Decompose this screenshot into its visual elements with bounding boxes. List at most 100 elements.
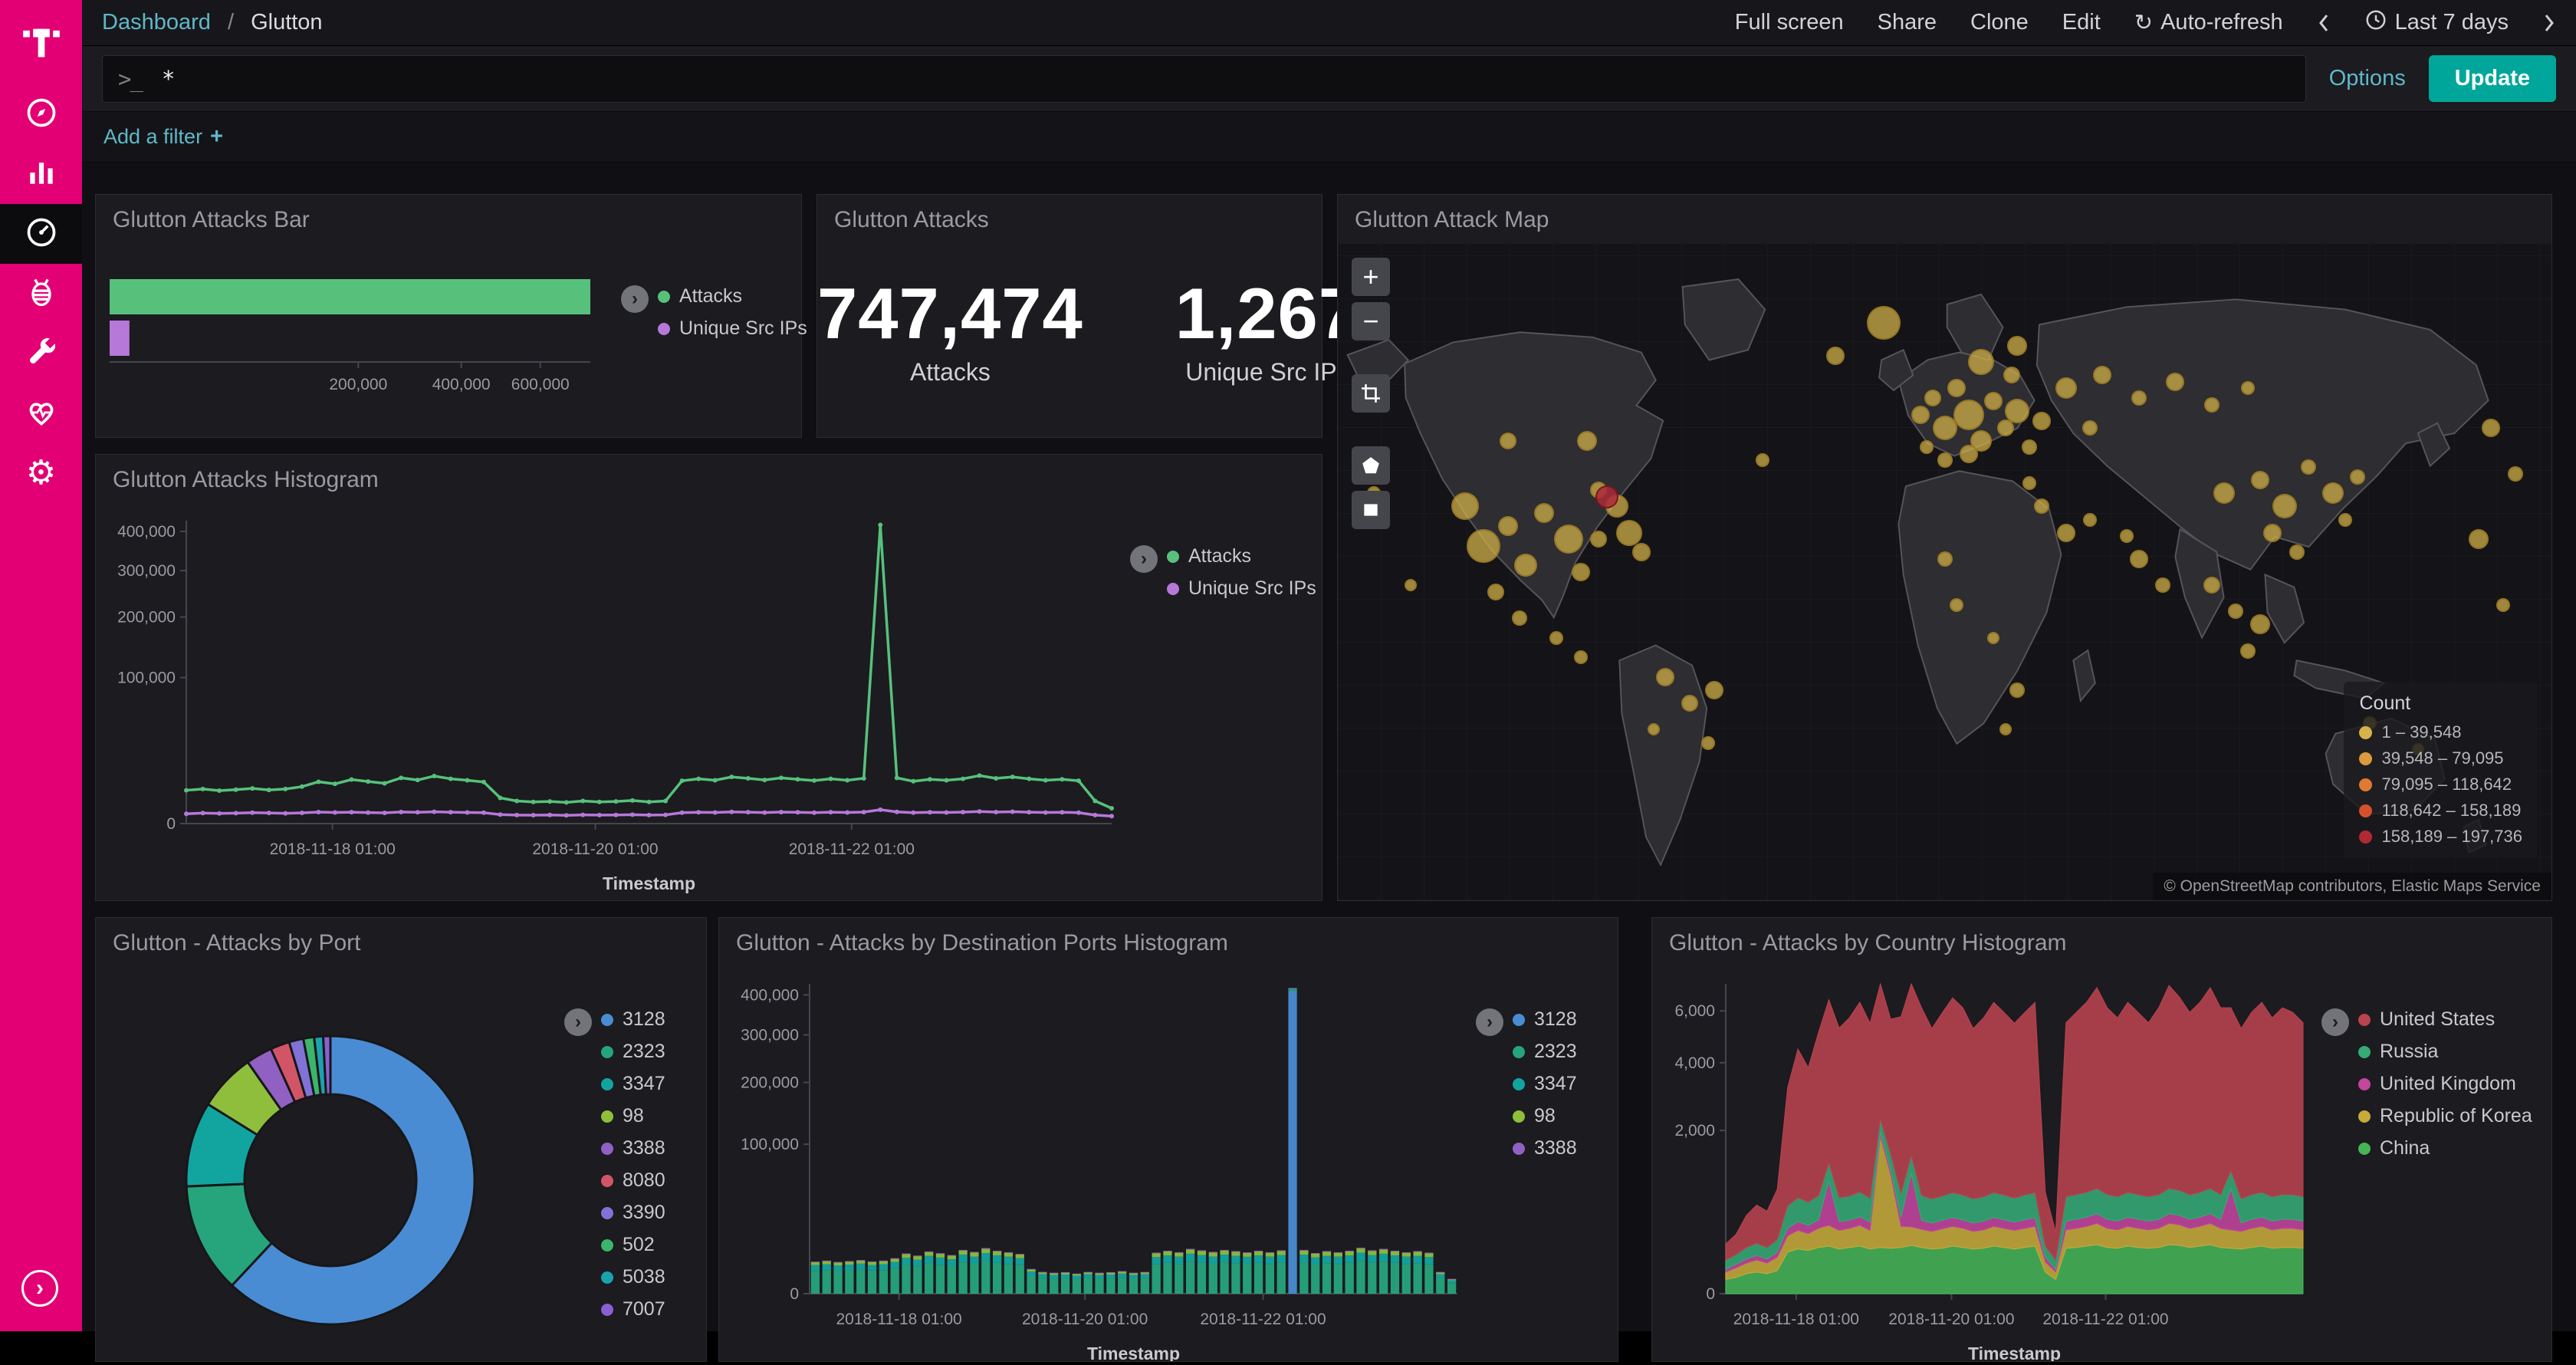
time-forward-button[interactable]: [2542, 12, 2556, 35]
legend-item[interactable]: 98: [601, 1105, 665, 1127]
attack-point: [2005, 399, 2029, 423]
legend-label: 98: [1534, 1105, 1556, 1127]
legend-item[interactable]: 3388: [601, 1137, 665, 1159]
query-value: *: [162, 66, 175, 92]
legend-dot-icon: [658, 291, 670, 303]
svg-text:0: 0: [790, 1285, 799, 1303]
svg-text:100,000: 100,000: [117, 669, 176, 687]
search-input[interactable]: >_ *: [102, 55, 2306, 103]
legend-item[interactable]: Unique Src IPs: [658, 317, 807, 340]
attack-point: [1467, 529, 1500, 563]
attack-point: [1953, 400, 1984, 430]
update-button[interactable]: Update: [2429, 55, 2556, 102]
attack-point: [2289, 544, 2305, 560]
attack-point: [2469, 529, 2489, 549]
svg-text:600,000: 600,000: [511, 376, 570, 393]
fit-bounds-icon[interactable]: [1352, 374, 1390, 413]
legend-item[interactable]: 502: [601, 1234, 665, 1256]
legend-item[interactable]: Russia: [2358, 1041, 2532, 1063]
legend-item[interactable]: Unique Src IPs: [1167, 577, 1316, 600]
legend-label: Republic of Korea: [2380, 1105, 2532, 1127]
attack-point: [1487, 584, 1504, 600]
legend-item[interactable]: Attacks: [1167, 545, 1316, 567]
legend-item[interactable]: China: [2358, 1137, 2532, 1159]
legend-item[interactable]: 3388: [1513, 1137, 1577, 1159]
sidebar-item-visualize[interactable]: [0, 144, 82, 204]
legend-item[interactable]: 2323: [1513, 1041, 1577, 1063]
draw-rectangle-icon[interactable]: [1352, 491, 1390, 529]
auto-refresh-button[interactable]: ↻ Auto-refresh: [2134, 9, 2283, 36]
attack-point: [1500, 433, 1516, 449]
legend-item[interactable]: 98: [1513, 1105, 1577, 1127]
legend-item[interactable]: 2323: [601, 1041, 665, 1063]
attack-point: [2301, 459, 2316, 475]
draw-polygon-icon[interactable]: [1352, 446, 1390, 485]
legend-item[interactable]: Republic of Korea: [2358, 1105, 2532, 1127]
legend-dot-icon: [601, 1271, 613, 1284]
legend: › Attacks Unique Src IPs: [1130, 504, 1322, 900]
legend-toggle-icon[interactable]: ›: [2321, 1008, 2349, 1036]
svg-text:Timestamp: Timestamp: [1087, 1344, 1180, 1361]
legend-dot-icon: [2358, 1078, 2371, 1090]
compass-icon: [25, 96, 58, 133]
query-options-link[interactable]: Options: [2329, 66, 2406, 91]
clone-button[interactable]: Clone: [1970, 10, 2029, 35]
time-back-button[interactable]: [2317, 12, 2331, 35]
legend-item[interactable]: Attacks: [658, 285, 807, 308]
legend-dot-icon: [601, 1175, 613, 1187]
share-button[interactable]: Share: [1878, 10, 1937, 35]
metric-value: 1,267: [1175, 272, 1359, 355]
legend-item[interactable]: United States: [2358, 1008, 2532, 1031]
legend-toggle-icon[interactable]: ›: [621, 285, 649, 313]
edit-button[interactable]: Edit: [2062, 10, 2101, 35]
legend-label: Attacks: [679, 285, 742, 308]
attack-point: [2496, 598, 2510, 612]
legend-item[interactable]: 8080: [601, 1169, 665, 1192]
attack-point: [1920, 440, 1934, 454]
legend-item[interactable]: 3347: [1513, 1073, 1577, 1095]
map-legend-item: 79,095 – 118,642: [2359, 775, 2522, 794]
legend-item[interactable]: 3128: [1513, 1008, 1577, 1031]
panel-title: Glutton Attack Map: [1338, 195, 2551, 244]
legend-item[interactable]: 3390: [601, 1202, 665, 1224]
sidebar-item-dev-tools[interactable]: [0, 324, 82, 383]
time-range-button[interactable]: Last 7 days: [2364, 8, 2509, 38]
legend-label: Unique Src IPs: [1188, 577, 1316, 600]
legend-label: 5038: [623, 1266, 665, 1288]
full-screen-button[interactable]: Full screen: [1735, 10, 1844, 35]
legend-label: 3347: [1534, 1073, 1577, 1095]
dest-ports-histogram-chart: 0100,000200,000300,000400,0002018-11-18 …: [719, 967, 1476, 1361]
map-attribution[interactable]: © OpenStreetMap contributors, Elastic Ma…: [2153, 873, 2551, 900]
legend-dot-icon: [2358, 1046, 2371, 1058]
attack-point: [1549, 631, 1563, 645]
legend-item[interactable]: 3128: [601, 1008, 665, 1031]
attack-map[interactable]: + − Count 1 – 39,54839,548 – 79,09579,09…: [1338, 244, 2551, 900]
legend-toggle-icon[interactable]: ›: [564, 1008, 592, 1036]
sidebar-item-monitoring[interactable]: [0, 383, 82, 443]
map-legend-item: 118,642 – 158,189: [2359, 801, 2522, 821]
zoom-out-button[interactable]: −: [1352, 302, 1390, 340]
legend-item[interactable]: 7007: [601, 1298, 665, 1321]
legend-label: 3388: [1534, 1137, 1577, 1159]
attack-point: [1632, 543, 1651, 561]
panel-attacks-by-country: Glutton - Attacks by Country Histogram 0…: [1651, 917, 2552, 1362]
add-filter-link[interactable]: Add a filter+: [104, 124, 223, 150]
zoom-in-button[interactable]: +: [1352, 258, 1390, 296]
legend-toggle-icon[interactable]: ›: [1130, 545, 1158, 573]
sidebar-item-dashboard[interactable]: [0, 204, 82, 264]
sidebar-item-tpot[interactable]: [0, 264, 82, 324]
breadcrumb-dashboard-link[interactable]: Dashboard: [102, 10, 211, 35]
sidebar-item-management[interactable]: ⚙: [0, 443, 82, 503]
panel-title: Glutton Attacks Bar: [96, 195, 801, 244]
map-legend-dot-icon: [2359, 831, 2372, 844]
t-mobile-logo[interactable]: [0, 0, 82, 84]
attack-point: [1826, 347, 1845, 365]
legend-item[interactable]: 5038: [601, 1266, 665, 1288]
legend-toggle-icon[interactable]: ›: [1476, 1008, 1503, 1036]
legend-label: 3390: [623, 1202, 665, 1224]
sidebar-collapse-button[interactable]: ›: [21, 1270, 58, 1307]
legend-item[interactable]: United Kingdom: [2358, 1073, 2532, 1095]
legend-item[interactable]: 3347: [601, 1073, 665, 1095]
breadcrumb-current: Glutton: [251, 10, 323, 35]
sidebar-item-discover[interactable]: [0, 84, 82, 144]
